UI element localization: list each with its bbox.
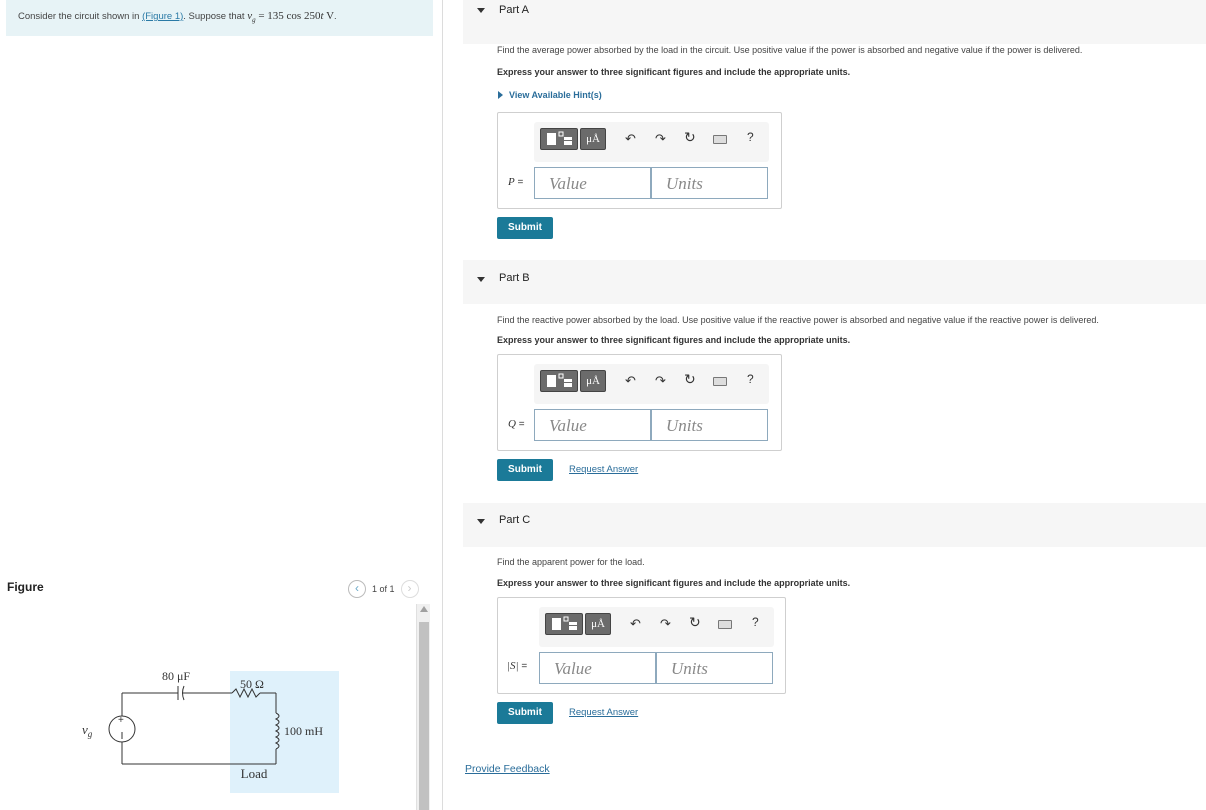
templates-button[interactable] (540, 128, 578, 150)
part-b-submit-button[interactable]: Submit (497, 459, 553, 481)
part-b-question: Find the reactive power absorbed by the … (497, 315, 1099, 325)
part-b-request-answer-link[interactable]: Request Answer (569, 464, 638, 475)
reset-icon[interactable]: ↻ (684, 129, 696, 146)
problem-text: Consider the circuit shown in (Figure 1)… (18, 10, 337, 24)
part-title: Part A (499, 4, 529, 16)
problem-middle: . Suppose that (183, 11, 248, 22)
templates-icon (547, 131, 572, 145)
math-toolbar: μÅ ↶ ↷ ↻ ? (534, 364, 769, 404)
figure-scrollbar[interactable] (416, 604, 430, 810)
help-icon[interactable]: ? (752, 615, 759, 629)
part-a-question: Find the average power absorbed by the l… (497, 45, 1083, 55)
part-c-question: Find the apparent power for the load. (497, 557, 645, 567)
collapse-caret-icon[interactable] (477, 519, 485, 524)
units-input[interactable]: Units (651, 167, 768, 199)
templates-icon (552, 616, 577, 630)
redo-icon[interactable]: ↷ (655, 131, 666, 147)
resistor-label: 50 Ω (240, 677, 264, 691)
reset-icon[interactable]: ↻ (689, 614, 701, 631)
next-figure-button[interactable]: › (400, 580, 419, 598)
keyboard-icon[interactable] (713, 135, 727, 144)
redo-icon[interactable]: ↷ (655, 373, 666, 389)
value-input[interactable]: Value (539, 652, 656, 684)
part-title: Part C (499, 514, 531, 526)
templates-button[interactable] (540, 370, 578, 392)
variable-name: |S| (507, 660, 519, 672)
templates-icon (547, 373, 572, 387)
units-input[interactable]: Units (656, 652, 773, 684)
units-button[interactable]: μÅ (580, 128, 606, 150)
variable-label: |S| = (507, 660, 527, 672)
value-input[interactable]: Value (534, 409, 651, 441)
prev-figure-button[interactable]: ‹ (348, 580, 366, 598)
part-a-submit-button[interactable]: Submit (497, 217, 553, 239)
variable-label: P = (508, 176, 523, 188)
figure-pager: ‹ 1 of 1 › (348, 580, 419, 598)
collapse-caret-icon[interactable] (477, 277, 485, 282)
part-title: Part B (499, 272, 530, 284)
capacitor-label: 80 μF (162, 669, 190, 683)
units-input[interactable]: Units (651, 409, 768, 441)
part-a-header[interactable]: Part A (463, 0, 1206, 44)
scroll-up-arrow-icon[interactable] (420, 606, 428, 612)
redo-icon[interactable]: ↷ (660, 616, 671, 632)
undo-icon[interactable]: ↶ (625, 131, 636, 147)
scroll-thumb[interactable] (419, 622, 429, 810)
part-b-answer-box: μÅ ↶ ↷ ↻ ? Q = Value Units (497, 354, 782, 451)
math-toolbar: μÅ ↶ ↷ ↻ ? (539, 607, 774, 647)
equals-sign: = (517, 177, 524, 188)
source-plus: + (118, 715, 124, 726)
view-hints-link[interactable]: View Available Hint(s) (498, 90, 602, 100)
circuit-diagram: + 80 μF 50 Ω 100 mH Load vg (82, 669, 339, 793)
variable-label: Q = (508, 418, 525, 430)
variable-name: P (508, 176, 515, 188)
figure-page-count: 1 of 1 (372, 584, 395, 594)
load-label: Load (241, 766, 268, 781)
expand-triangle-icon (498, 91, 503, 99)
units-button[interactable]: μÅ (585, 613, 611, 635)
source-equation: vg = 135 cos 250t V (247, 10, 335, 25)
panel-divider (442, 0, 443, 810)
part-a-answer-box: μÅ ↶ ↷ ↻ ? P = Value Units (497, 112, 782, 209)
value-input[interactable]: Value (534, 167, 651, 199)
variable-name: Q (508, 418, 516, 430)
help-icon[interactable]: ? (747, 130, 754, 144)
collapse-caret-icon[interactable] (477, 8, 485, 13)
undo-icon[interactable]: ↶ (625, 373, 636, 389)
reset-icon[interactable]: ↻ (684, 371, 696, 388)
problem-suffix: . (334, 11, 337, 22)
problem-prefix: Consider the circuit shown in (18, 11, 143, 22)
part-c-answer-box: μÅ ↶ ↷ ↻ ? |S| = Value Units (497, 597, 786, 694)
keyboard-icon[interactable] (713, 377, 727, 386)
part-c-request-answer-link[interactable]: Request Answer (569, 707, 638, 718)
keyboard-icon[interactable] (718, 620, 732, 629)
figure-label: Figure (7, 580, 44, 594)
templates-button[interactable] (545, 613, 583, 635)
provide-feedback-link[interactable]: Provide Feedback (465, 763, 550, 775)
help-icon[interactable]: ? (747, 372, 754, 386)
part-b-header[interactable]: Part B (463, 260, 1206, 304)
part-c-submit-button[interactable]: Submit (497, 702, 553, 724)
part-b-instruction: Express your answer to three significant… (497, 335, 851, 345)
problem-statement: Consider the circuit shown in (Figure 1)… (6, 0, 433, 36)
part-c-instruction: Express your answer to three significant… (497, 578, 851, 588)
undo-icon[interactable]: ↶ (630, 616, 641, 632)
units-button[interactable]: μÅ (580, 370, 606, 392)
math-toolbar: μÅ ↶ ↷ ↻ ? (534, 122, 769, 162)
inductor-label: 100 mH (284, 724, 323, 738)
equals-sign: = (521, 661, 528, 672)
hint-label: View Available Hint(s) (509, 90, 602, 100)
part-c-header[interactable]: Part C (463, 503, 1206, 547)
source-label: vg (82, 722, 93, 739)
part-a-instruction: Express your answer to three significant… (497, 67, 851, 77)
figure-link[interactable]: (Figure 1) (142, 11, 183, 22)
equals-sign: = (518, 419, 525, 430)
